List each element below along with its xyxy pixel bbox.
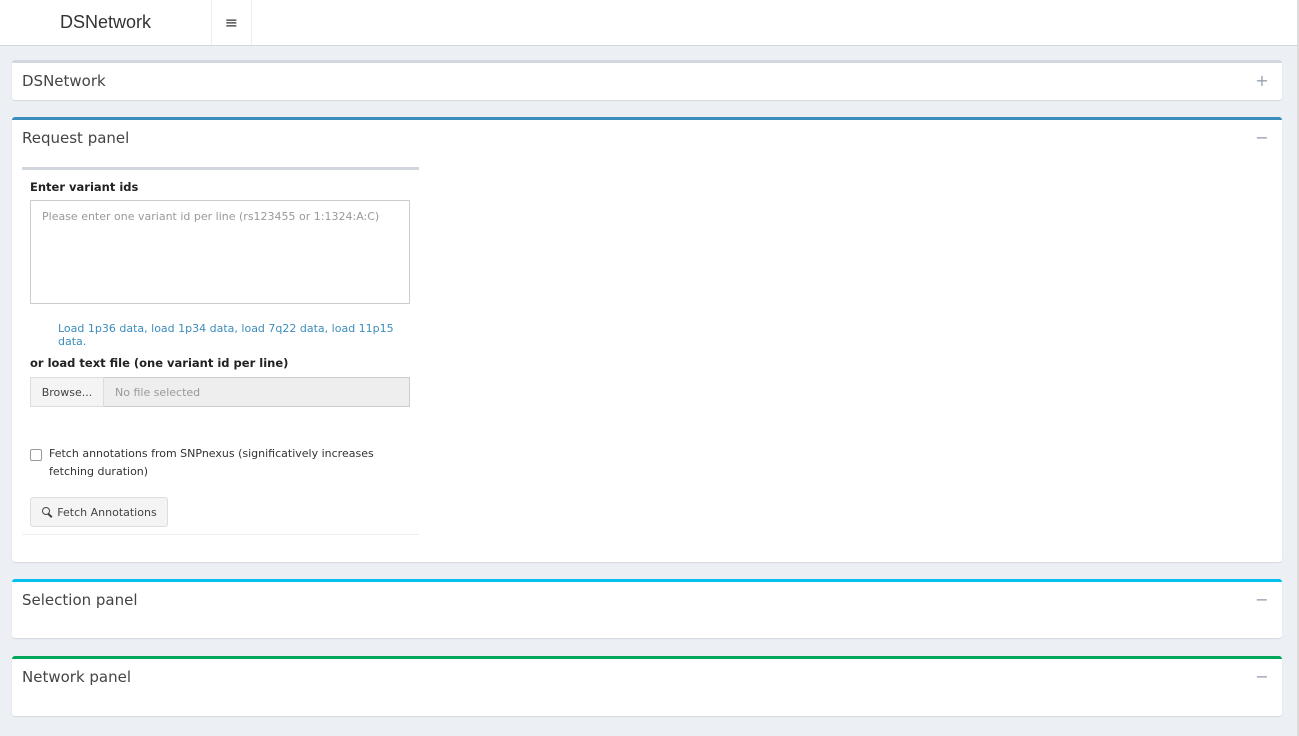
top-navbar: DSNetwork ≡ [0,0,1297,46]
selection-panel-title: Selection panel [22,591,138,609]
request-panel: Request panel − Enter variant ids Load 1… [12,117,1282,562]
load-1p34-link[interactable]: load 1p34 data [151,322,234,335]
snpnexus-checkbox[interactable] [30,449,42,461]
file-upload-label: or load text file (one variant id per li… [30,356,289,370]
collapse-minus-icon[interactable]: − [1254,127,1270,147]
network-panel: Network panel − [12,656,1282,716]
file-upload: Browse... No file selected [30,377,410,407]
file-name-field: No file selected [104,377,410,407]
app-logo[interactable]: DSNetwork [0,0,212,45]
fetch-annotations-button[interactable]: Fetch Annotations [30,497,168,527]
search-icon [41,506,53,518]
expand-plus-icon[interactable]: + [1254,70,1270,90]
network-panel-title: Network panel [22,668,132,686]
dsnetwork-box: DSNetwork + [12,60,1282,100]
collapse-minus-icon[interactable]: − [1254,666,1270,686]
fetch-annotations-label: Fetch Annotations [57,505,157,519]
selection-panel: Selection panel − [12,579,1282,638]
request-form: Enter variant ids Load 1p36 data, load 1… [22,167,419,535]
collapse-minus-icon[interactable]: − [1254,589,1270,609]
load-data-links: Load 1p36 data, load 1p34 data, load 7q2… [58,322,394,348]
load-7q22-link[interactable]: load 7q22 data [241,322,324,335]
variant-ids-input[interactable] [30,200,410,304]
load-1p36-link[interactable]: Load 1p36 data [58,322,144,335]
variant-ids-label: Enter variant ids [30,180,139,194]
browse-button[interactable]: Browse... [30,377,104,407]
request-panel-title: Request panel [22,129,130,147]
snpnexus-checkbox-label[interactable]: Fetch annotations from SNPnexus (signifi… [49,445,389,481]
dsnetwork-box-title: DSNetwork [22,72,106,90]
sidebar-toggle-icon[interactable]: ≡ [212,0,252,45]
